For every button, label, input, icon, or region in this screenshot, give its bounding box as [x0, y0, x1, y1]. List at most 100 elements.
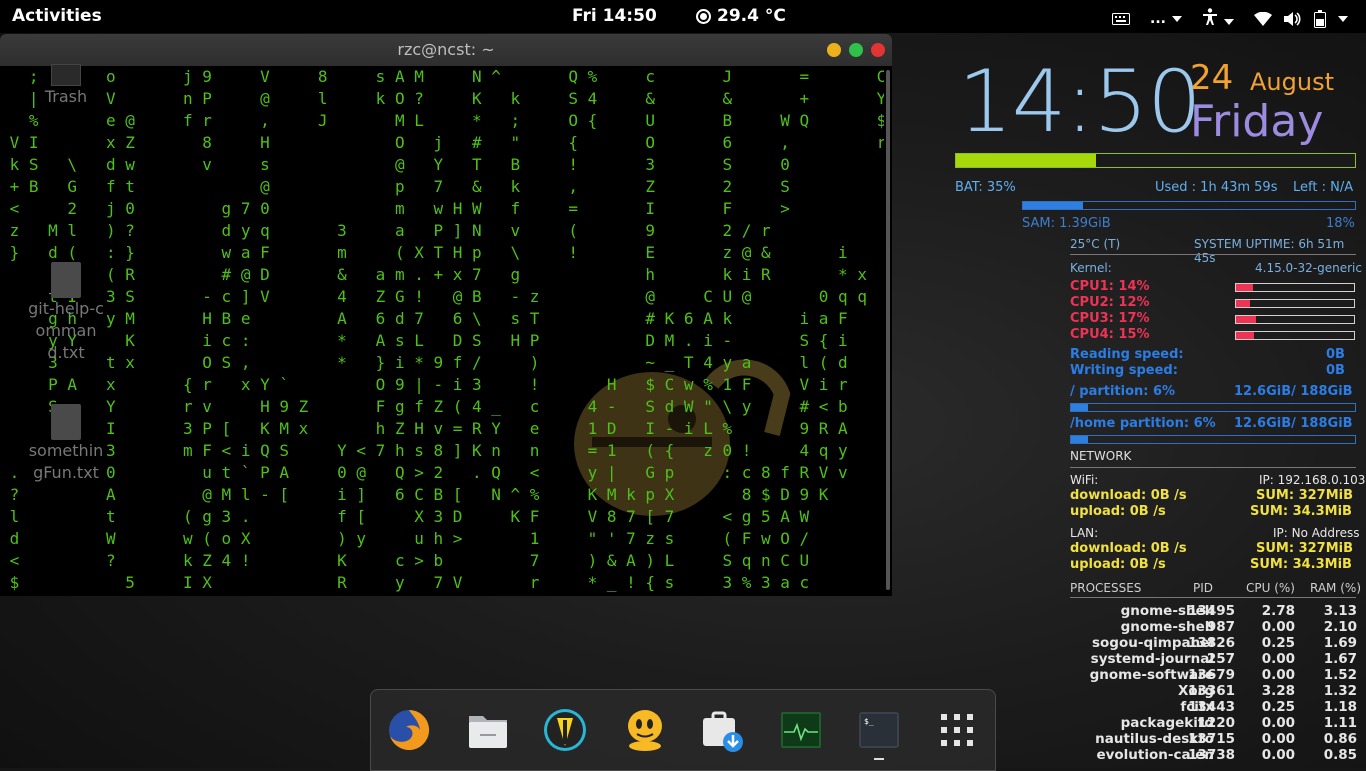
trash-icon: [51, 64, 81, 86]
terminal-line: } d ( : } w a F m ( X T H p \ ! E z @ & …: [0, 243, 848, 262]
minimize-button[interactable]: [827, 43, 841, 57]
weather-indicator[interactable]: 29.4 °C: [696, 6, 786, 26]
process-cpu: 0.00: [1261, 747, 1295, 763]
reading-label: Reading speed:: [1070, 347, 1184, 362]
activities-button[interactable]: Activities: [12, 6, 102, 26]
maximize-button[interactable]: [849, 43, 863, 57]
terminal-line: y Y K i c : * A s L D S H P D M . i - S …: [0, 331, 848, 350]
cpu-bar-fill: [1236, 284, 1253, 291]
terminal-line: S Y r v H 9 Z F g f Z ( 4 _ c 4 - S d W …: [0, 397, 848, 416]
terminal-line: < 2 j 0 g 7 0 m w H W f = I F >: [0, 199, 790, 218]
terminal-output[interactable]: ; o j 9 V 8 s A M N ^ Q % c J = C | V n …: [0, 66, 884, 596]
lan-ip: IP: No Address: [1273, 526, 1360, 540]
process-cpu: 3.28: [1261, 683, 1295, 699]
wifi-ip: IP: 192.168.0.103: [1259, 473, 1366, 487]
process-pid: 13715: [1188, 731, 1235, 747]
process-ram: 2.10: [1323, 619, 1357, 635]
text-file-icon: [51, 404, 81, 440]
lan-upload: upload: 0B /s: [1070, 557, 1166, 572]
ram-header: RAM (%): [1310, 581, 1361, 595]
process-cpu: 0.00: [1261, 731, 1295, 747]
process-pid: 987: [1206, 619, 1235, 635]
dock: $_: [370, 689, 996, 771]
process-pid: 13443: [1188, 699, 1235, 715]
bat-label: BAT: 35%: [955, 180, 1016, 195]
terminal-scrollbar[interactable]: [886, 70, 890, 590]
pidgin-icon[interactable]: [623, 708, 667, 752]
network-label: NETWORK: [1070, 449, 1132, 463]
wifi-label: WiFi:: [1070, 473, 1099, 487]
cpu-bar-fill: [1236, 316, 1257, 323]
cpu-bar: [1235, 283, 1355, 292]
terminal-line: l t ( g 3 . f [ X 3 D K F V 8 7 [ 7 < g …: [0, 507, 810, 526]
cpu-label: CPU1: 14%: [1070, 279, 1150, 294]
divider: [1070, 597, 1356, 598]
chevron-down-icon: [1172, 16, 1182, 22]
desktop-icon-label: somethingFun.txt: [28, 441, 104, 482]
ime-menu[interactable]: ...: [1150, 11, 1182, 27]
conky-time: 14:50: [958, 52, 1202, 152]
keyboard-icon[interactable]: [1112, 13, 1131, 25]
terminal-line: d W w ( o X ) y u h > 1 " ' 7 z s ( F w …: [0, 529, 810, 548]
temp-label: 25°C (T): [1070, 237, 1121, 251]
cpu-bar: [1235, 331, 1355, 340]
desktop-icon-somethingfun[interactable]: somethingFun.txt: [28, 404, 104, 484]
terminal-window[interactable]: rzc@ncst: ~ ; o j 9 V 8 s A M N ^ Q % c …: [0, 34, 892, 596]
terminal-titlebar[interactable]: rzc@ncst: ~: [0, 34, 892, 66]
process-ram: 1.11: [1323, 715, 1357, 731]
cpu-bar: [1235, 315, 1355, 324]
home-partition-bar: [1070, 435, 1356, 444]
process-name: systemd-journal: [1090, 651, 1214, 667]
app-grid-icon[interactable]: [935, 708, 979, 752]
left-label: Left : N/A: [1293, 180, 1354, 195]
svg-text:$_: $_: [864, 717, 874, 726]
cpu-bar-fill: [1236, 332, 1254, 339]
process-pid: 13738: [1188, 747, 1235, 763]
terminal-line: [ < ( R # @ D & a m . + x 7 g h k i R * …: [0, 265, 867, 284]
process-row: packagekitd 1220 0.00 1.11: [1022, 715, 1358, 731]
process-row: nautilus-deskto 13715 0.00 0.86: [1022, 731, 1358, 747]
firefox-icon[interactable]: [387, 708, 431, 752]
files-icon[interactable]: [466, 708, 510, 752]
process-row: gnome-shell 13495 2.78 3.13: [1022, 603, 1358, 619]
close-button[interactable]: [871, 43, 885, 57]
process-cpu: 0.25: [1261, 699, 1295, 715]
process-name: gnome-shell: [1120, 619, 1214, 635]
cpu-bar-fill: [1236, 300, 1251, 307]
weather-temp: 29.4 °C: [717, 6, 786, 26]
process-ram: 1.18: [1323, 699, 1357, 715]
process-pid: 257: [1206, 651, 1235, 667]
process-row: evolution-calen 13738 0.00 0.85: [1022, 747, 1358, 763]
terminal-line: t I 3 S - c ] V 4 Z G ! @ B - z @ C U @ …: [0, 287, 867, 306]
tor-browser-icon[interactable]: [543, 708, 587, 752]
root-partition-value: 12.6GiB/ 188GiB: [1234, 384, 1353, 399]
terminal-line: P A x { r x Y ` O 9 | - i 3 ! H $ C w % …: [0, 375, 848, 394]
desktop-icon-git-help[interactable]: git-help-command.txt: [28, 262, 104, 364]
terminal-line: 3 t x O S , * } i * 9 f / ) ~ _ T 4 y a …: [0, 353, 848, 372]
pid-header: PID: [1193, 581, 1214, 595]
terminal-icon[interactable]: $_: [857, 708, 901, 760]
process-cpu: 0.00: [1261, 667, 1295, 683]
terminal-line: g h y M H B e A 6 d 7 6 \ s T # K 6 A k …: [0, 309, 848, 328]
accessibility-menu[interactable]: [1202, 8, 1234, 30]
system-menu[interactable]: [1254, 10, 1348, 28]
root-partition-bar: [1070, 403, 1356, 412]
kernel-value: 4.15.0-32-generic: [1255, 261, 1362, 275]
sam-bar: [1022, 201, 1356, 210]
battery-bar-fill: [956, 154, 1096, 167]
desktop: Activities Fri 14:50 29.4 °C ... rzc@ncs…: [0, 0, 1366, 771]
system-monitor-icon[interactable]: [779, 708, 823, 752]
top-clock[interactable]: Fri 14:50: [572, 6, 657, 26]
desktop-icon-trash[interactable]: Trash: [28, 64, 104, 108]
terminal-line: ; o j 9 V 8 s A M N ^ Q % c J = C: [0, 67, 884, 86]
software-install-icon[interactable]: [701, 708, 745, 752]
battery-bar: [955, 153, 1356, 168]
cpu-label: CPU4: 15%: [1070, 327, 1150, 342]
cpu-header: CPU (%): [1246, 581, 1295, 595]
terminal-line: $ 5 I X R y 7 V r * _ ! { s 3 % 3 a c: [0, 573, 810, 592]
terminal-line: k S \ d w v s @ Y T B ! 3 S 0: [0, 155, 790, 174]
terminal-line: 3 m F < i Q S Y < 7 h s 8 ] K n n = 1 ( …: [0, 441, 848, 460]
process-cpu: 0.00: [1261, 651, 1295, 667]
process-ram: 1.52: [1323, 667, 1357, 683]
process-row: sogou-qimpanel 13826 0.25 1.69: [1022, 635, 1358, 651]
